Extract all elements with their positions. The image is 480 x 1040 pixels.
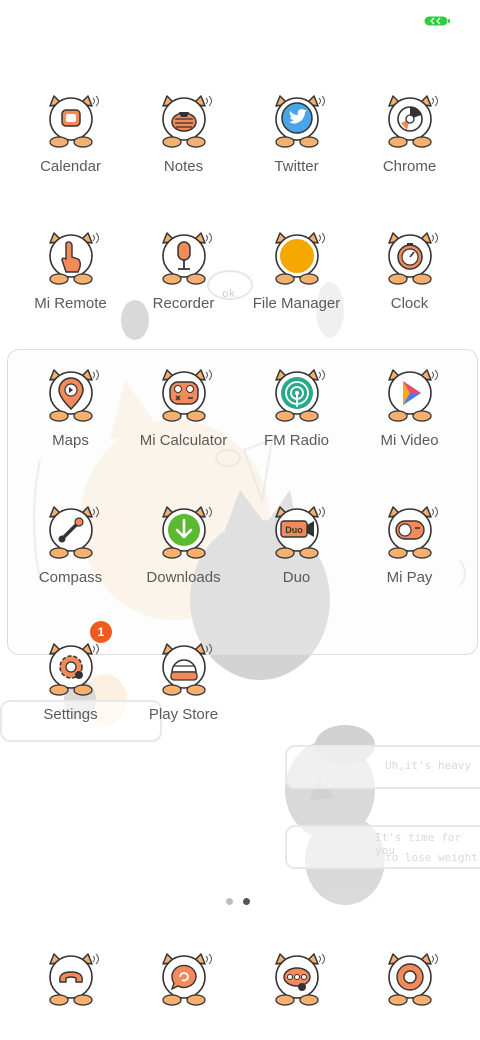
- app-label: Duo: [282, 569, 311, 586]
- app-twitter[interactable]: Twitter: [240, 94, 353, 214]
- app-label: Chrome: [382, 158, 437, 175]
- app-settings[interactable]: Settings 1: [14, 621, 127, 762]
- app-mi-remote[interactable]: Mi Remote: [14, 231, 127, 351]
- app-label: Notes: [163, 158, 204, 175]
- app-label: Mi Video: [380, 432, 439, 449]
- dock-browser[interactable]: [240, 952, 353, 1012]
- battery-icon: [424, 16, 450, 26]
- app-mi-video[interactable]: Mi Video: [353, 368, 466, 488]
- dock-phone[interactable]: [14, 952, 127, 1012]
- notes-icon: [161, 95, 212, 148]
- camera-icon: [387, 953, 438, 1006]
- svg-text:Duo: Duo: [285, 525, 303, 535]
- downloads-icon: [161, 506, 212, 559]
- chrome-icon: [387, 95, 438, 148]
- app-label: Twitter: [274, 158, 319, 175]
- app-calendar[interactable]: Calendar: [14, 94, 127, 214]
- app-label: Downloads: [146, 569, 221, 586]
- app-chrome[interactable]: Chrome: [353, 94, 466, 214]
- recorder-icon: [161, 232, 212, 285]
- app-file-manager[interactable]: File Manager: [240, 231, 353, 351]
- messages-icon: [161, 953, 212, 1006]
- radio-icon: [274, 369, 325, 422]
- twitter-icon: [274, 95, 325, 148]
- calculator-icon: [161, 369, 212, 422]
- app-label: Settings: [43, 706, 98, 723]
- app-duo[interactable]: Duo Duo: [240, 505, 353, 625]
- video-icon: [387, 369, 438, 422]
- app-compass[interactable]: Compass: [14, 505, 127, 625]
- app-label: Calendar: [40, 158, 101, 175]
- app-label: Play Store: [148, 706, 219, 723]
- app-play-store[interactable]: Play Store: [127, 642, 240, 762]
- wallpaper-bubble-weight: It's time for you to lose weight: [285, 825, 480, 869]
- app-label: Maps: [52, 432, 89, 449]
- calendar-icon: [48, 95, 99, 148]
- app-clock[interactable]: Clock: [353, 231, 466, 351]
- clock-icon: [387, 232, 438, 285]
- page-dot-1[interactable]: [226, 898, 233, 905]
- wallpaper-bubble-text: Uh,it's heavy: [385, 759, 472, 772]
- dock-camera[interactable]: [353, 952, 466, 1012]
- phone-icon: [48, 953, 99, 1006]
- play-store-icon: [161, 643, 212, 696]
- page-indicator: [226, 898, 254, 906]
- app-label: Recorder: [152, 295, 215, 312]
- maps-icon: [48, 369, 99, 422]
- status-bar: [0, 0, 480, 40]
- app-label: Clock: [390, 295, 429, 312]
- mi-remote-icon: [48, 232, 99, 285]
- app-label: Mi Pay: [386, 569, 433, 586]
- wallpaper-bubble-heavy: Uh,it's heavy: [285, 745, 480, 789]
- settings-icon: [48, 643, 99, 696]
- file-manager-icon: [274, 232, 325, 285]
- app-mi-pay[interactable]: Mi Pay: [353, 505, 466, 625]
- app-label: Mi Remote: [34, 295, 107, 312]
- mi-pay-icon: [387, 506, 438, 559]
- app-downloads[interactable]: Downloads: [127, 505, 240, 625]
- app-label: Mi Calculator: [139, 432, 228, 449]
- app-notes[interactable]: Notes: [127, 94, 240, 214]
- compass-icon: [48, 506, 99, 559]
- duo-icon: Duo: [274, 506, 325, 559]
- app-label: File Manager: [252, 295, 341, 312]
- app-recorder[interactable]: Recorder: [127, 231, 240, 351]
- app-fm-radio[interactable]: FM Radio: [240, 368, 353, 488]
- notification-badge: 1: [90, 621, 112, 643]
- dock-messages[interactable]: [127, 952, 240, 1012]
- page-dot-2-active[interactable]: [243, 898, 250, 905]
- app-mi-calculator[interactable]: Mi Calculator: [127, 368, 240, 488]
- wallpaper-bubble-text: to lose weight: [385, 851, 478, 864]
- app-label: Compass: [38, 569, 103, 586]
- app-maps[interactable]: Maps: [14, 368, 127, 488]
- browser-icon: [274, 953, 325, 1006]
- app-label: FM Radio: [263, 432, 330, 449]
